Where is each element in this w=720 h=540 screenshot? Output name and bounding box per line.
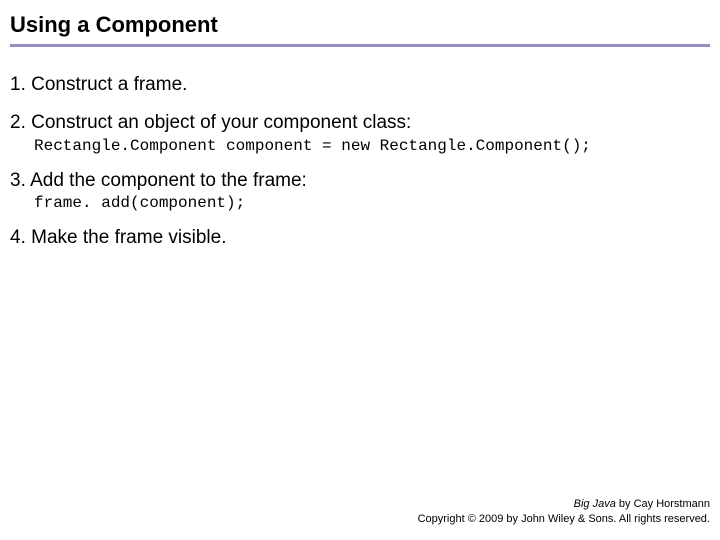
footer-copyright: Copyright © 2009 by John Wiley & Sons. A… <box>418 512 710 526</box>
step-num: 1. <box>10 74 26 95</box>
step-text: Make the frame visible. <box>31 227 226 248</box>
step-2: 2. Construct an object of your component… <box>10 111 710 135</box>
footer-byline: by Cay Horstmann <box>616 498 710 510</box>
step-num: 2. <box>10 112 26 133</box>
step-3: 3. Add the component to the frame: <box>10 169 710 193</box>
step-3-code: frame. add(component); <box>34 194 710 212</box>
footer: Big Java by Cay Horstmann Copyright © 20… <box>418 497 710 526</box>
footer-book-title: Big Java <box>574 498 616 510</box>
title-block: Using a Component <box>0 0 720 53</box>
content-area: 1. Construct a frame. 2. Construct an ob… <box>0 53 720 250</box>
step-text: Construct a frame. <box>31 74 187 95</box>
step-num: 3. <box>10 170 26 191</box>
slide: Using a Component 1. Construct a frame. … <box>0 0 720 540</box>
slide-title: Using a Component <box>10 12 710 38</box>
step-1: 1. Construct a frame. <box>10 73 710 97</box>
title-underline <box>10 44 710 47</box>
step-4: 4. Make the frame visible. <box>10 226 710 250</box>
footer-line-1: Big Java by Cay Horstmann <box>418 497 710 511</box>
step-2-code: Rectangle.Component component = new Rect… <box>34 137 710 155</box>
step-text: Construct an object of your component cl… <box>31 112 411 133</box>
step-text: Add the component to the frame: <box>30 170 307 191</box>
step-num: 4. <box>10 227 26 248</box>
